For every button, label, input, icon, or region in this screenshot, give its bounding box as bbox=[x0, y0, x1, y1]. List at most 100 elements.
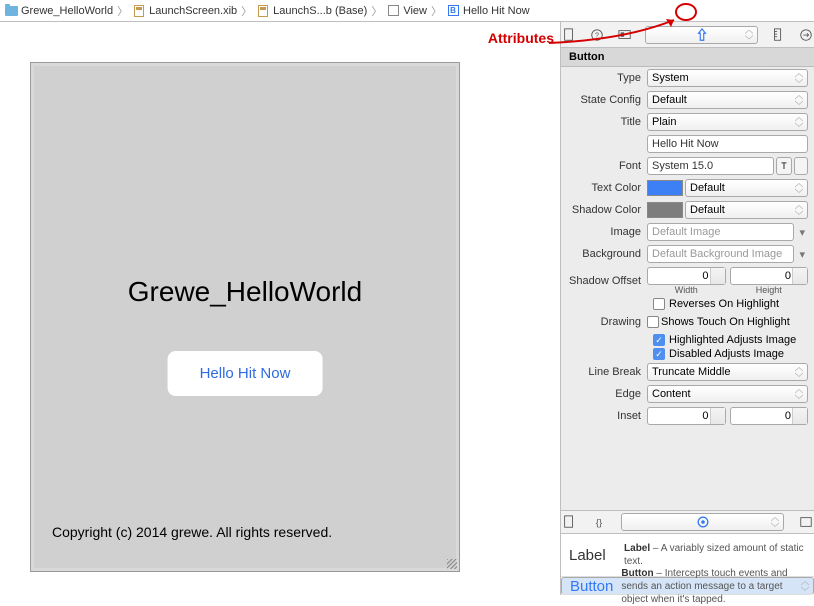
image-label: Image bbox=[561, 226, 647, 238]
title-label[interactable]: Grewe_HelloWorld bbox=[34, 276, 456, 308]
canvas-pane: Grewe_HelloWorld Hello Hit Now Copyright… bbox=[0, 22, 560, 595]
breadcrumb-item-base[interactable]: LaunchS...b (Base) bbox=[256, 4, 367, 18]
size-inspector-tab[interactable] bbox=[770, 27, 786, 43]
type-select[interactable]: System bbox=[647, 69, 808, 87]
button-icon: B bbox=[446, 4, 460, 18]
breadcrumb-item-view[interactable]: View bbox=[386, 4, 427, 18]
title-label: Title bbox=[561, 116, 647, 128]
help-icon: ? bbox=[590, 28, 604, 42]
title-input[interactable]: Hello Hit Now bbox=[647, 135, 808, 153]
attributes-icon bbox=[695, 28, 709, 42]
media-library-tab[interactable] bbox=[798, 514, 814, 530]
file-template-tab[interactable] bbox=[561, 514, 577, 530]
view-icon bbox=[386, 4, 400, 18]
canvas-inner: Grewe_HelloWorld Hello Hit Now Copyright… bbox=[34, 66, 456, 568]
edge-label: Edge bbox=[561, 388, 647, 400]
resize-handle-icon[interactable] bbox=[447, 559, 457, 569]
shadow-width-input[interactable]: 0 bbox=[647, 267, 726, 285]
svg-text:{}: {} bbox=[596, 518, 603, 529]
breadcrumb: Grewe_HelloWorld 〉 LaunchScreen.xib 〉 La… bbox=[0, 0, 814, 22]
shadowcolor-label: Shadow Color bbox=[561, 204, 647, 216]
shadow-height-input[interactable]: 0 bbox=[730, 267, 809, 285]
image-input[interactable]: Default Image bbox=[647, 223, 794, 241]
disabled-checkbox[interactable]: ✓ bbox=[653, 348, 665, 360]
inspector-body: Button TypeSystem State ConfigDefault Ti… bbox=[561, 48, 814, 510]
breadcrumb-label: View bbox=[403, 5, 427, 17]
svg-text:?: ? bbox=[595, 32, 599, 39]
copyright-label[interactable]: Copyright (c) 2014 grewe. All rights res… bbox=[52, 524, 332, 540]
file-icon bbox=[562, 515, 576, 529]
touch-checkbox[interactable] bbox=[647, 316, 659, 328]
file-icon bbox=[562, 28, 576, 42]
library-item-name: Label bbox=[569, 542, 616, 568]
shadowcolor-swatch[interactable] bbox=[647, 202, 683, 218]
font-stepper[interactable] bbox=[794, 157, 808, 175]
connections-icon bbox=[799, 28, 813, 42]
highlighted-checkbox[interactable]: ✓ bbox=[653, 334, 665, 346]
linebreak-select[interactable]: Truncate Middle bbox=[647, 363, 808, 381]
breadcrumb-label: LaunchScreen.xib bbox=[149, 5, 237, 17]
state-select[interactable]: Default bbox=[647, 91, 808, 109]
identity-icon bbox=[618, 28, 632, 42]
font-label: Font bbox=[561, 160, 647, 172]
edge-select[interactable]: Content bbox=[647, 385, 808, 403]
font-picker-icon[interactable]: T bbox=[776, 157, 792, 175]
highlighted-label: Highlighted Adjusts Image bbox=[669, 334, 796, 346]
inspector-tabs: ? bbox=[561, 22, 814, 48]
breadcrumb-item-project[interactable]: Grewe_HelloWorld bbox=[4, 4, 113, 18]
object-library-tab[interactable] bbox=[621, 513, 784, 531]
library-body: Label Label – A variably sized amount of… bbox=[561, 534, 814, 595]
ruler-icon bbox=[771, 28, 785, 42]
breadcrumb-item-button[interactable]: BHello Hit Now bbox=[446, 4, 530, 18]
background-label: Background bbox=[561, 248, 647, 260]
shadowoffset-label: Shadow Offset bbox=[561, 275, 647, 287]
type-label: Type bbox=[561, 72, 647, 84]
canvas-view[interactable]: Grewe_HelloWorld Hello Hit Now Copyright… bbox=[30, 62, 460, 572]
chevron-right-icon: 〉 bbox=[371, 3, 382, 19]
breadcrumb-label: LaunchS...b (Base) bbox=[273, 5, 367, 17]
inset-label: Inset bbox=[561, 410, 647, 422]
help-inspector-tab[interactable]: ? bbox=[589, 27, 605, 43]
chevron-right-icon: 〉 bbox=[241, 3, 252, 19]
connections-inspector-tab[interactable] bbox=[798, 27, 814, 43]
inspector-pane: ? Button TypeSystem State ConfigDefault … bbox=[560, 22, 814, 595]
inset-a-input[interactable]: 0 bbox=[647, 407, 726, 425]
textcolor-swatch[interactable] bbox=[647, 180, 683, 196]
breadcrumb-item-xib[interactable]: LaunchScreen.xib bbox=[132, 4, 237, 18]
textcolor-select[interactable]: Default bbox=[685, 179, 808, 197]
state-label: State Config bbox=[561, 94, 647, 106]
inset-b-input[interactable]: 0 bbox=[730, 407, 809, 425]
library-tabs: {} bbox=[561, 510, 814, 534]
library-item-button[interactable]: Button Button – Intercepts touch events … bbox=[561, 577, 814, 595]
code-snippet-tab[interactable]: {} bbox=[591, 514, 607, 530]
braces-icon: {} bbox=[592, 515, 606, 529]
reverses-checkbox[interactable] bbox=[653, 298, 665, 310]
disabled-label: Disabled Adjusts Image bbox=[669, 348, 784, 360]
chevron-down-icon[interactable]: ▾ bbox=[796, 226, 808, 239]
folder-icon bbox=[4, 4, 18, 18]
font-input[interactable]: System 15.0 bbox=[647, 157, 774, 175]
chevron-down-icon[interactable]: ▾ bbox=[796, 248, 808, 261]
media-icon bbox=[799, 515, 813, 529]
width-sublabel: Width bbox=[647, 285, 726, 295]
library-item-name: Button bbox=[570, 578, 613, 595]
height-sublabel: Height bbox=[730, 285, 809, 295]
reverses-label: Reverses On Highlight bbox=[669, 298, 779, 310]
circle-icon bbox=[696, 515, 710, 529]
title-type-select[interactable]: Plain bbox=[647, 113, 808, 131]
linebreak-label: Line Break bbox=[561, 366, 647, 378]
hello-button[interactable]: Hello Hit Now bbox=[168, 351, 323, 396]
breadcrumb-label: Grewe_HelloWorld bbox=[21, 5, 113, 17]
shadowcolor-select[interactable]: Default bbox=[685, 201, 808, 219]
breadcrumb-label: Hello Hit Now bbox=[463, 5, 530, 17]
xib-icon bbox=[256, 4, 270, 18]
xib-icon bbox=[132, 4, 146, 18]
background-input[interactable]: Default Background Image bbox=[647, 245, 794, 263]
library-item-desc: Label – A variably sized amount of stati… bbox=[624, 542, 806, 568]
file-inspector-tab[interactable] bbox=[561, 27, 577, 43]
attributes-inspector-tab[interactable] bbox=[645, 26, 758, 44]
inspector-section-header: Button bbox=[561, 48, 814, 67]
library-item-desc: Button – Intercepts touch events and sen… bbox=[621, 567, 805, 606]
drawing-label: Drawing bbox=[561, 316, 647, 328]
identity-inspector-tab[interactable] bbox=[617, 27, 633, 43]
